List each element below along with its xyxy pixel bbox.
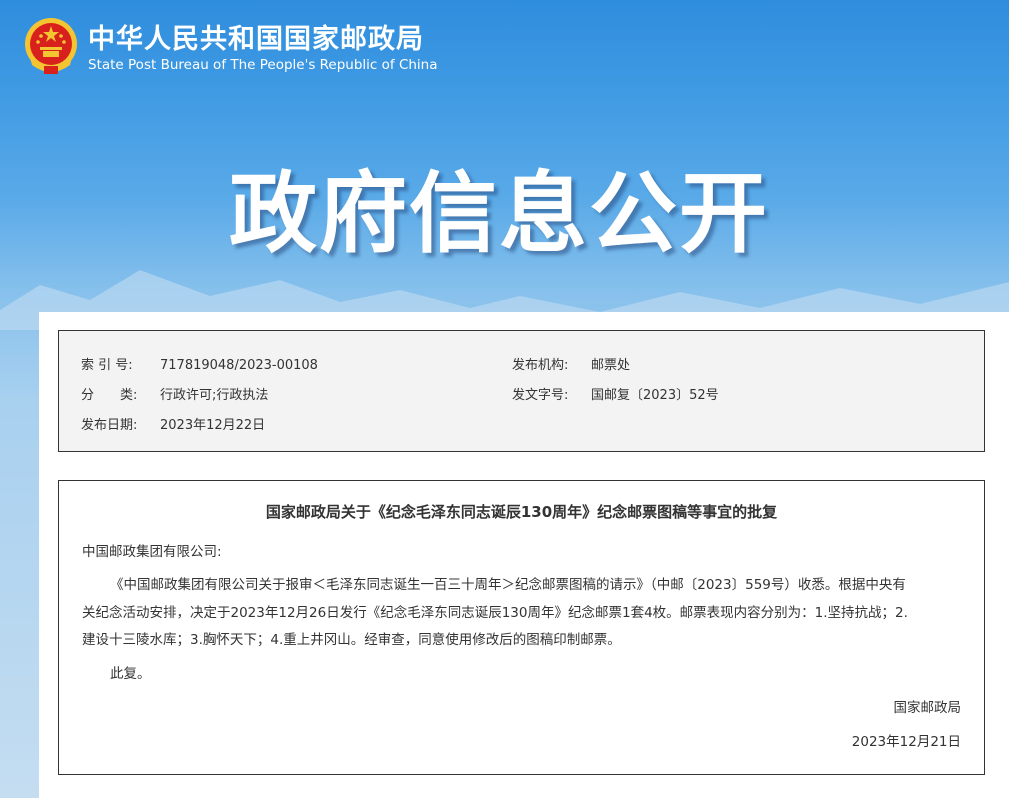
- meta-index-row: 索 引 号: 717819048/2023-00108: [81, 354, 318, 373]
- org-name-cn[interactable]: 中华人民共和国国家邮政局: [88, 17, 424, 56]
- meta-category-row: 分 类: 行政许可;行政执法: [81, 384, 268, 403]
- meta-index-value: 717819048/2023-00108: [160, 358, 318, 373]
- meta-date-value: 2023年12月22日: [160, 418, 266, 433]
- document-signature: 国家邮政局: [893, 700, 962, 716]
- document-body-line: 《中国邮政集团有限公司关于报审＜毛泽东同志诞生一百三十周年＞纪念邮票图稿的请示》…: [110, 577, 906, 593]
- content-panel: 索 引 号: 717819048/2023-00108 发布机构: 邮票处 分 类:…: [39, 312, 1009, 798]
- document-body-line: 建设十三陵水库；3.胸怀天下；4.重上井冈山。经审查，同意使用修改后的图稿印制邮…: [82, 632, 621, 648]
- meta-category-label: 分 类:: [81, 388, 138, 403]
- document-box: 国家邮政局关于《纪念毛泽东同志诞辰130周年》纪念邮票图稿等事宜的批复 中国邮政…: [58, 480, 985, 775]
- document-closing: 此复。: [110, 666, 151, 682]
- meta-docno-label: 发文字号:: [512, 388, 569, 403]
- meta-category-value: 行政许可;行政执法: [160, 388, 269, 403]
- document-addressee: 中国邮政集团有限公司:: [82, 544, 222, 560]
- meta-agency-label: 发布机构:: [512, 358, 569, 373]
- page-header: 中华人民共和国国家邮政局 State Post Bureau of The Pe…: [0, 0, 1009, 330]
- hero-title: 政府信息公开: [229, 162, 770, 265]
- meta-agency-value: 邮票处: [591, 358, 631, 373]
- meta-date-row: 发布日期: 2023年12月22日: [81, 414, 265, 433]
- meta-agency-row: 发布机构: 邮票处: [512, 354, 630, 373]
- meta-docno-value: 国邮复〔2023〕52号: [591, 388, 719, 403]
- meta-docno-row: 发文字号: 国邮复〔2023〕52号: [512, 384, 719, 403]
- meta-index-label: 索 引 号:: [81, 358, 133, 373]
- meta-date-label: 发布日期:: [81, 418, 138, 433]
- org-name-en[interactable]: State Post Bureau of The People's Republ…: [88, 57, 438, 73]
- document-title: 国家邮政局关于《纪念毛泽东同志诞辰130周年》纪念邮票图稿等事宜的批复: [265, 503, 778, 521]
- national-emblem-icon: [25, 18, 77, 74]
- metadata-box: 索 引 号: 717819048/2023-00108 发布机构: 邮票处 分 类:…: [58, 330, 985, 452]
- document-signed-date: 2023年12月21日: [851, 734, 961, 750]
- document-body-line: 关纪念活动安排，决定于2023年12月26日发行《纪念毛泽东同志诞辰130周年》…: [82, 605, 908, 621]
